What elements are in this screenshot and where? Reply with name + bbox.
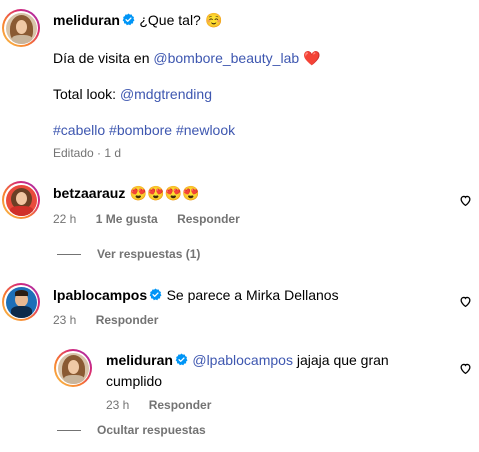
comment-row: betzaarauz 😍😍😍😍 — [53, 185, 200, 203]
comment-row: lpablocampos Se parece a Mirka Dellanos — [53, 287, 339, 305]
divider — [57, 429, 81, 431]
reply-row: meliduran @lpablocampos jajaja que gran — [106, 352, 389, 370]
comment-time: 23 h — [53, 313, 77, 327]
reply-button[interactable]: Responder — [149, 398, 212, 412]
comment-meta: 23 h Responder — [53, 313, 158, 327]
avatar[interactable] — [54, 349, 92, 387]
reply-time: 23 h — [106, 398, 130, 412]
reply-username[interactable]: meliduran — [106, 352, 173, 368]
divider — [57, 253, 81, 255]
view-replies-button[interactable]: Ver respuestas (1) — [57, 247, 200, 261]
verified-icon — [149, 288, 162, 301]
post-meta: Editado · 1 d — [53, 146, 122, 160]
post-caption-line3: Total look: @mdgtrending — [53, 86, 212, 102]
reply-text: jajaja que gran — [292, 352, 389, 368]
post-caption-line1: meliduran ¿Que tal? ☺️ — [53, 12, 223, 30]
comment-text: 😍😍😍😍 — [129, 185, 200, 201]
comment-username[interactable]: betzaarauz — [53, 185, 125, 201]
mention-link[interactable]: @bombore_beauty_lab — [153, 50, 299, 66]
mention-link[interactable]: @mdgtrending — [120, 86, 212, 102]
comment-meta: 22 h 1 Me gusta Responder — [53, 212, 240, 226]
avatar[interactable] — [2, 181, 40, 219]
like-heart-icon[interactable] — [459, 295, 472, 308]
post-username[interactable]: meliduran — [53, 12, 120, 28]
like-heart-icon[interactable] — [459, 194, 472, 207]
heart-emoji: ❤️ — [303, 50, 321, 66]
like-heart-icon[interactable] — [459, 362, 472, 375]
comment-time: 22 h — [53, 212, 77, 226]
comment-text: Se parece a Mirka Dellanos — [166, 287, 339, 303]
avatar[interactable] — [2, 9, 40, 47]
mention-link[interactable]: @lpablocampos — [192, 352, 293, 368]
reply-text-continued: cumplido — [106, 373, 163, 389]
post-greeting-emoji: ☺️ — [205, 12, 223, 28]
reply-button[interactable]: Responder — [177, 212, 240, 226]
avatar[interactable] — [2, 283, 40, 321]
comment-username[interactable]: lpablocampos — [53, 287, 147, 303]
likes-count[interactable]: 1 Me gusta — [96, 212, 158, 226]
post-hashtags[interactable]: #cabello #bombore #newlook — [53, 122, 235, 138]
post-caption-line2: Día de visita en @bombore_beauty_lab ❤️ — [53, 50, 321, 66]
hide-replies-button[interactable]: Ocultar respuestas — [57, 423, 206, 437]
post-greeting: ¿Que tal? — [139, 12, 201, 28]
verified-icon — [175, 353, 188, 366]
reply-button[interactable]: Responder — [96, 313, 159, 327]
verified-icon — [122, 13, 135, 26]
reply-meta: 23 h Responder — [106, 398, 211, 412]
